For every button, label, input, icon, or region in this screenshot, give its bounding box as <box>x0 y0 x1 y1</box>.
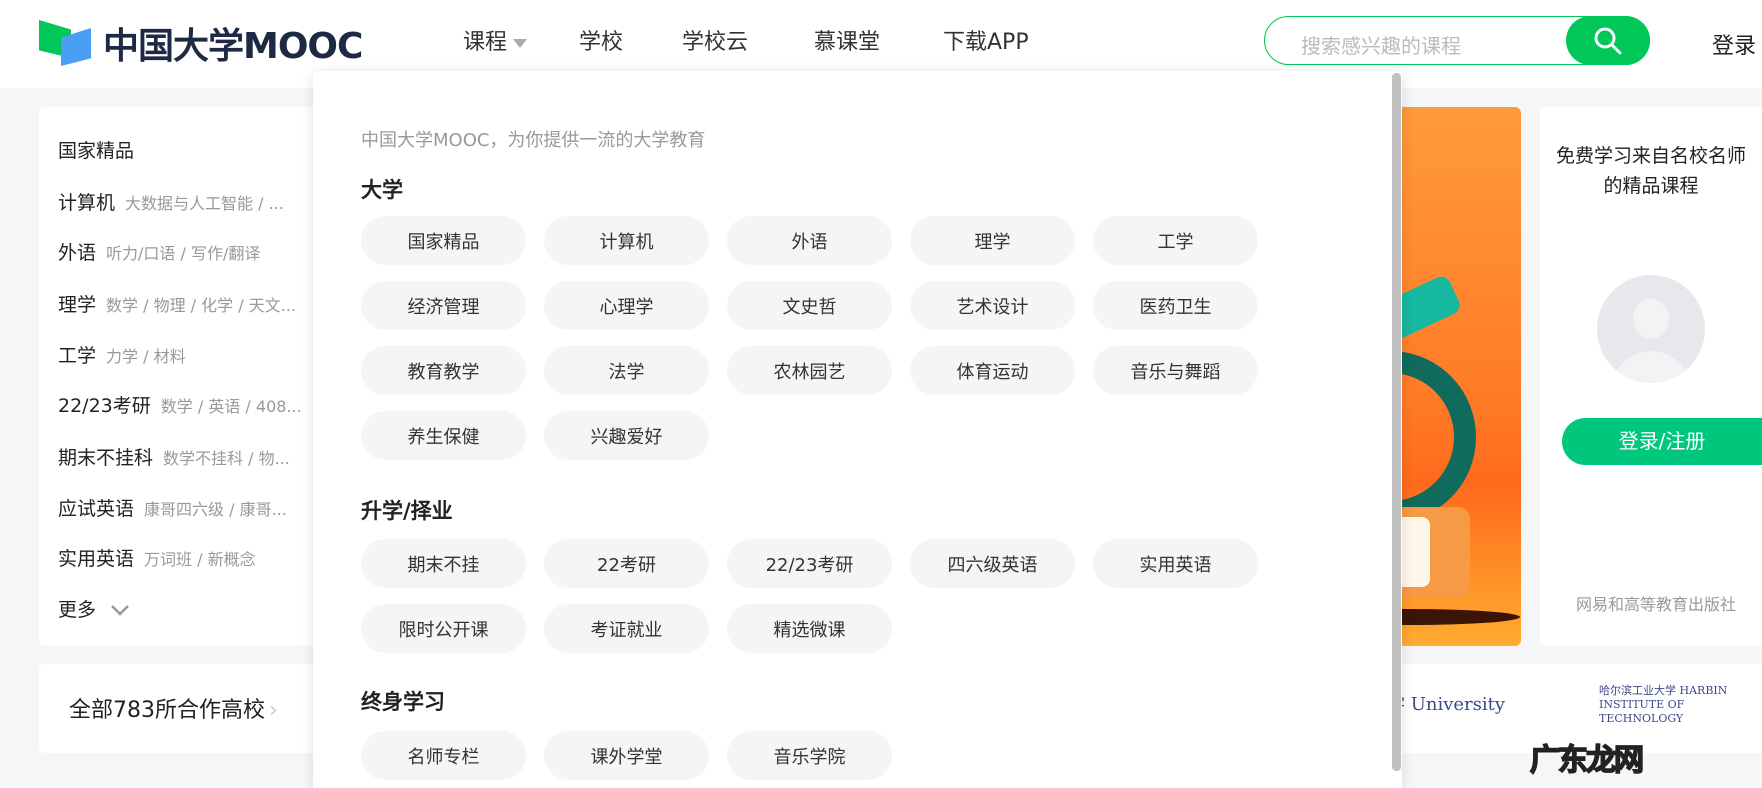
section-title: 大学 <box>361 178 403 202</box>
category-label: 理学 <box>58 294 97 316</box>
category-item[interactable]: 期末不挂科 数学不挂科 / 物... <box>58 443 290 470</box>
category-pill[interactable]: 音乐学院 <box>727 731 892 780</box>
category-pill[interactable]: 法学 <box>544 346 709 395</box>
login-register-button[interactable]: 登录/注册 <box>1562 418 1762 465</box>
scrollbar[interactable] <box>1392 73 1401 771</box>
nav-schools[interactable]: 学校 <box>579 24 623 56</box>
nav-download-app[interactable]: 下载APP <box>943 24 1029 56</box>
nav-label: 课程 <box>463 30 508 55</box>
category-pill[interactable]: 限时公开课 <box>361 604 526 653</box>
more-button[interactable]: 更多 <box>58 595 130 622</box>
category-pill[interactable]: 22/23考研 <box>727 539 892 588</box>
category-pill[interactable]: 22考研 <box>544 539 709 588</box>
login-card: 免费学习来自名校名师的精品课程 登录/注册 网易和高等教育出版社 <box>1540 107 1762 646</box>
category-pill[interactable]: 教育教学 <box>361 346 526 395</box>
login-card-footer: 网易和高等教育出版社 <box>1576 595 1737 614</box>
category-pill[interactable]: 养生保健 <box>361 411 526 460</box>
category-label: 22/23考研 <box>58 395 151 417</box>
avatar <box>1597 275 1705 383</box>
category-label: 工学 <box>58 345 97 367</box>
logo-text: 中国大学MOOC <box>103 26 363 67</box>
category-pill[interactable]: 音乐与舞蹈 <box>1093 346 1258 395</box>
category-label: 国家精品 <box>58 140 135 162</box>
category-pill[interactable]: 艺术设计 <box>910 281 1075 330</box>
category-pill[interactable]: 实用英语 <box>1093 539 1258 588</box>
category-pill[interactable]: 经济管理 <box>361 281 526 330</box>
pill-group: 名师专栏 课外学堂 音乐学院 <box>361 731 1281 780</box>
category-pill[interactable]: 医药卫生 <box>1093 281 1258 330</box>
category-pill[interactable]: 兴趣爱好 <box>544 411 709 460</box>
category-pill[interactable]: 外语 <box>727 216 892 265</box>
watermark: 广东龙网 <box>1529 742 1645 779</box>
category-sub: 康哥四六级 / 康哥... <box>144 500 287 519</box>
category-pill[interactable]: 理学 <box>910 216 1075 265</box>
category-item[interactable]: 22/23考研 数学 / 英语 / 408... <box>58 391 302 418</box>
category-pill[interactable]: 考证就业 <box>544 604 709 653</box>
category-item[interactable]: 理学 数学 / 物理 / 化学 / 天文... <box>58 290 296 317</box>
pill-group: 期末不挂 22考研 22/23考研 四六级英语 实用英语限时公开课 考证就业 精选微课 <box>361 539 1281 653</box>
category-sub: 数学 / 英语 / 408... <box>160 397 302 416</box>
category-pill[interactable]: 期末不挂 <box>361 539 526 588</box>
search-input[interactable]: 搜索感兴趣的课程 <box>1264 16 1650 65</box>
category-sub: 数学 / 物理 / 化学 / 天文... <box>106 296 296 315</box>
category-label: 外语 <box>58 242 97 264</box>
chevron-down-icon <box>111 605 129 616</box>
university-logo-hit[interactable]: 哈尔滨工业大学 HARBIN INSTITUTE OF TECHNOLOGY <box>1599 684 1749 726</box>
category-item[interactable]: 实用英语 万词班 / 新概念 <box>58 544 256 571</box>
category-panel: 国家精品 计算机 大数据与人工智能 / ... 外语 听力/口语 / 写作/翻译 理… <box>39 107 329 646</box>
category-item[interactable]: 计算机 大数据与人工智能 / ... <box>58 188 284 215</box>
category-pill[interactable]: 四六级英语 <box>910 539 1075 588</box>
nav-courses[interactable]: 课程 <box>463 24 528 56</box>
category-pill[interactable]: 心理学 <box>544 281 709 330</box>
category-pill[interactable]: 工学 <box>1093 216 1258 265</box>
search-button[interactable] <box>1566 16 1650 65</box>
category-pill[interactable]: 国家精品 <box>361 216 526 265</box>
category-pill[interactable]: 文史哲 <box>727 281 892 330</box>
search-placeholder: 搜索感兴趣的课程 <box>1301 34 1461 58</box>
category-label: 期末不挂科 <box>58 447 154 469</box>
logo-book-icon <box>39 20 97 66</box>
caret-down-icon <box>513 38 528 48</box>
category-item[interactable]: 国家精品 <box>58 136 134 163</box>
courses-dropdown: 中国大学MOOC，为你提供一流的大学教育 大学 国家精品 计算机 外语 理学 工学经济管… <box>313 71 1402 788</box>
all-partners-link[interactable]: 全部783所合作高校 › <box>69 692 278 724</box>
dropdown-subtitle: 中国大学MOOC，为你提供一流的大学教育 <box>361 130 706 151</box>
category-pill[interactable]: 精选微课 <box>727 604 892 653</box>
partners-label: 全部783所合作高校 <box>69 698 265 723</box>
category-label: 应试英语 <box>58 498 135 520</box>
pill-group: 国家精品 计算机 外语 理学 工学经济管理 心理学 文史哲 艺术设计 医药卫生教育教学 法学 农林园… <box>361 216 1281 460</box>
category-pill[interactable]: 计算机 <box>544 216 709 265</box>
nav-mooc-classroom[interactable]: 慕课堂 <box>814 24 880 56</box>
category-pill[interactable]: 名师专栏 <box>361 731 526 780</box>
chevron-right-icon: › <box>269 698 278 723</box>
category-sub: 大数据与人工智能 / ... <box>125 194 284 213</box>
category-label: 计算机 <box>58 192 116 214</box>
category-item[interactable]: 应试英语 康哥四六级 / 康哥... <box>58 494 287 521</box>
category-item[interactable]: 工学 力学 / 材料 <box>58 341 186 368</box>
nav-school-cloud[interactable]: 学校云 <box>682 24 748 56</box>
category-pill[interactable]: 课外学堂 <box>544 731 709 780</box>
category-sub: 数学不挂科 / 物... <box>163 449 290 468</box>
login-link[interactable]: 登录 <box>1712 28 1756 60</box>
login-card-title: 免费学习来自名校名师的精品课程 <box>1556 145 1747 197</box>
category-label: 实用英语 <box>58 548 135 570</box>
category-sub: 力学 / 材料 <box>106 347 186 366</box>
category-pill[interactable]: 体育运动 <box>910 346 1075 395</box>
category-sub: 万词班 / 新概念 <box>144 550 256 569</box>
section-title: 终身学习 <box>361 690 445 714</box>
logo[interactable]: 中国大学MOOC <box>39 17 363 69</box>
more-label: 更多 <box>58 599 97 621</box>
category-item[interactable]: 外语 听力/口语 / 写作/翻译 <box>58 238 260 265</box>
category-pill[interactable]: 农林园艺 <box>727 346 892 395</box>
search-icon <box>1594 27 1622 54</box>
section-title: 升学/择业 <box>361 499 453 523</box>
category-sub: 听力/口语 / 写作/翻译 <box>106 244 261 263</box>
